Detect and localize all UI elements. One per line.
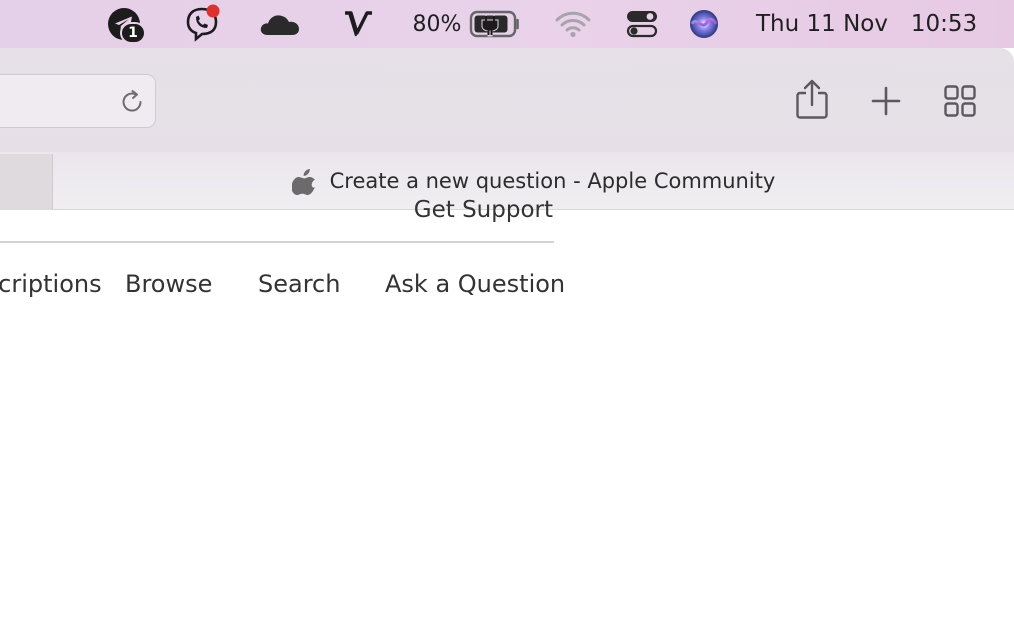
battery-charging-icon[interactable]: [468, 0, 524, 48]
onedrive-icon[interactable]: [256, 0, 304, 48]
share-icon: [796, 79, 828, 119]
web-page: Get Support Subscriptions Browse Search …: [0, 197, 1014, 624]
new-tab-button[interactable]: [866, 80, 906, 122]
siri-icon[interactable]: [686, 0, 722, 48]
tab-overview-button[interactable]: [940, 80, 980, 122]
control-center-icon[interactable]: [622, 0, 662, 48]
tab-inactive[interactable]: [0, 154, 53, 210]
browser-toolbar: [0, 48, 1014, 152]
nav-browse[interactable]: Browse: [125, 270, 212, 298]
viber-icon[interactable]: [180, 0, 224, 48]
grid-icon: [944, 85, 976, 117]
apple-logo-icon: [291, 169, 315, 195]
community-nav: Subscriptions Browse Search Ask a Questi…: [0, 270, 565, 310]
browser-window: Create a new question - Apple Community …: [0, 48, 1014, 624]
notification-badge: 1: [120, 22, 146, 44]
battery-percentage: 80%: [412, 11, 462, 37]
nav-search[interactable]: Search: [258, 270, 340, 298]
reload-icon[interactable]: [118, 88, 146, 116]
vectorworks-icon[interactable]: [338, 0, 378, 48]
plus-icon: [871, 86, 901, 116]
nav-subscriptions[interactable]: Subscriptions: [0, 270, 102, 298]
menu-bar: 1 80% Thu 11 Nov 10:53: [0, 0, 1014, 48]
share-button[interactable]: [792, 78, 832, 120]
get-support-link[interactable]: Get Support: [414, 192, 553, 228]
wifi-icon[interactable]: [552, 0, 594, 48]
header-divider: [0, 241, 554, 243]
nav-ask-question[interactable]: Ask a Question: [385, 270, 565, 298]
tab-title: Create a new question - Apple Community: [329, 169, 776, 193]
menubar-time[interactable]: 10:53: [904, 0, 984, 48]
menubar-date[interactable]: Thu 11 Nov: [748, 0, 896, 48]
